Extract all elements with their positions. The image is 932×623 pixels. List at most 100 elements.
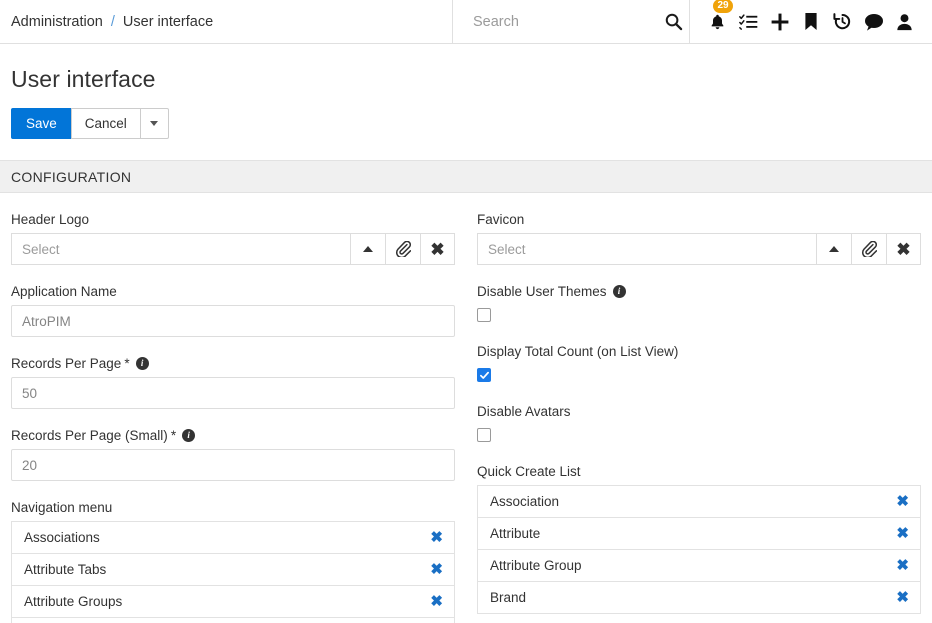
remove-icon[interactable]: ✖ <box>430 594 443 609</box>
remove-icon[interactable]: ✖ <box>896 494 909 509</box>
required-mark: * <box>170 427 177 443</box>
favicon-clear-button[interactable]: ✖ <box>886 233 921 265</box>
display-total-count-label: Display Total Count (on List View) <box>477 343 679 359</box>
records-per-page-small-label: Records Per Page (Small) * i <box>11 426 455 444</box>
navigation-menu-label: Navigation menu <box>11 499 113 515</box>
display-total-count-checkbox[interactable] <box>477 368 491 382</box>
favicon-label: Favicon <box>477 211 525 227</box>
records-per-page-label: Records Per Page * i <box>11 354 455 372</box>
page-title: User interface <box>11 66 156 92</box>
favicon-expand-button[interactable] <box>816 233 851 265</box>
list-item-label: Attribute Groups <box>24 594 123 609</box>
list-item-label: Brand <box>490 590 527 605</box>
field-records-per-page-small: Records Per Page (Small) * i <box>11 409 455 481</box>
list-item[interactable]: Brand ✖ <box>478 582 920 614</box>
info-icon[interactable]: i <box>612 284 626 298</box>
list-item[interactable]: Association ✖ <box>478 486 920 518</box>
field-quick-create-list: Quick Create List Association ✖ Attribut… <box>477 445 921 614</box>
more-actions-dropdown-button[interactable] <box>139 108 169 139</box>
header-logo-label: Header Logo <box>11 211 90 227</box>
action-button-row: Save Cancel <box>0 93 932 139</box>
list-item[interactable]: Attributes ✖ <box>12 618 454 623</box>
form-left-column: Header Logo Select ✖ Application Name At… <box>0 193 466 623</box>
disable-avatars-checkbox[interactable] <box>477 428 491 442</box>
list-item[interactable]: Attribute ✖ <box>478 518 920 550</box>
list-item[interactable]: Attribute Tabs ✖ <box>12 554 454 586</box>
chevron-up-icon <box>829 246 839 252</box>
field-navigation-menu: Navigation menu Associations ✖ Attribute… <box>11 481 455 623</box>
field-application-name: Application Name <box>11 265 455 337</box>
records-per-page-small-input[interactable] <box>11 449 455 481</box>
paperclip-icon <box>861 241 877 257</box>
application-name-input[interactable] <box>11 305 455 337</box>
history-icon[interactable] <box>829 7 855 37</box>
breadcrumb-separator: / <box>110 13 115 30</box>
required-mark: * <box>124 355 130 371</box>
remove-icon[interactable]: ✖ <box>896 558 909 573</box>
task-list-icon[interactable] <box>735 7 761 37</box>
plus-icon[interactable] <box>767 7 793 37</box>
header-logo-input-group: Select ✖ <box>11 233 455 265</box>
remove-icon[interactable]: ✖ <box>896 526 909 541</box>
chevron-up-icon <box>363 246 373 252</box>
breadcrumb-current: User interface <box>122 13 214 30</box>
disable-user-themes-checkbox-wrap <box>477 305 921 325</box>
disable-user-themes-label-text: Disable User Themes <box>477 283 607 299</box>
close-icon: ✖ <box>896 239 911 259</box>
header-logo-select-field[interactable]: Select <box>11 233 350 265</box>
favicon-input-group: Select ✖ <box>477 233 921 265</box>
list-item[interactable]: Associations ✖ <box>12 522 454 554</box>
application-name-label: Application Name <box>11 283 117 299</box>
chevron-down-icon <box>150 121 159 126</box>
remove-icon[interactable]: ✖ <box>896 590 909 605</box>
list-item-label: Attribute <box>490 526 541 541</box>
search-container <box>452 0 690 43</box>
search-input[interactable] <box>471 12 662 31</box>
header-logo-expand-button[interactable] <box>350 233 385 265</box>
close-icon: ✖ <box>430 239 445 259</box>
save-button[interactable]: Save <box>11 108 72 139</box>
disable-avatars-label: Disable Avatars <box>477 403 571 419</box>
field-disable-user-themes: Disable User Themes i <box>477 265 921 325</box>
chat-icon[interactable] <box>861 7 887 37</box>
disable-avatars-checkbox-wrap <box>477 425 921 445</box>
check-icon <box>479 371 489 379</box>
list-item[interactable]: Attribute Group ✖ <box>478 550 920 582</box>
bell-icon[interactable]: 29 <box>704 0 733 37</box>
header-icon-bar: 29 <box>690 0 932 43</box>
records-per-page-input[interactable] <box>11 377 455 409</box>
breadcrumb: Administration / User interface <box>0 0 452 43</box>
field-favicon: Favicon Select ✖ <box>477 193 921 265</box>
breadcrumb-administration[interactable]: Administration <box>11 14 103 30</box>
list-item-label: Attribute Tabs <box>24 562 107 577</box>
favicon-select-field[interactable]: Select <box>477 233 816 265</box>
top-header: Administration / User interface 29 <box>0 0 932 44</box>
list-item[interactable]: Attribute Groups ✖ <box>12 586 454 618</box>
info-icon[interactable]: i <box>135 356 149 370</box>
quick-create-list-label: Quick Create List <box>477 463 581 479</box>
display-total-count-checkbox-wrap <box>477 365 921 385</box>
records-per-page-label-text: Records Per Page <box>11 355 122 371</box>
configuration-panel-header: CONFIGURATION <box>0 160 932 193</box>
user-icon[interactable] <box>892 7 918 37</box>
list-item-label: Associations <box>24 530 100 545</box>
remove-icon[interactable]: ✖ <box>430 562 443 577</box>
panel-title: CONFIGURATION <box>11 168 132 185</box>
bookmark-icon[interactable] <box>798 7 824 37</box>
records-per-page-small-label-text: Records Per Page (Small) <box>11 427 168 443</box>
navigation-menu-list: Associations ✖ Attribute Tabs ✖ Attribut… <box>11 521 455 623</box>
field-display-total-count: Display Total Count (on List View) <box>477 325 921 385</box>
favicon-attach-button[interactable] <box>851 233 886 265</box>
info-icon[interactable]: i <box>182 428 196 442</box>
remove-icon[interactable]: ✖ <box>430 530 443 545</box>
header-logo-clear-button[interactable]: ✖ <box>420 233 455 265</box>
configuration-form: Header Logo Select ✖ Application Name At… <box>0 193 932 623</box>
search-icon[interactable] <box>662 12 685 31</box>
header-logo-attach-button[interactable] <box>385 233 420 265</box>
field-header-logo: Header Logo Select ✖ <box>11 193 455 265</box>
quick-create-list: Association ✖ Attribute ✖ Attribute Grou… <box>477 485 921 614</box>
disable-user-themes-checkbox[interactable] <box>477 308 491 322</box>
notification-badge: 29 <box>713 0 733 13</box>
cancel-button[interactable]: Cancel <box>70 108 141 139</box>
list-item-label: Association <box>490 494 560 509</box>
